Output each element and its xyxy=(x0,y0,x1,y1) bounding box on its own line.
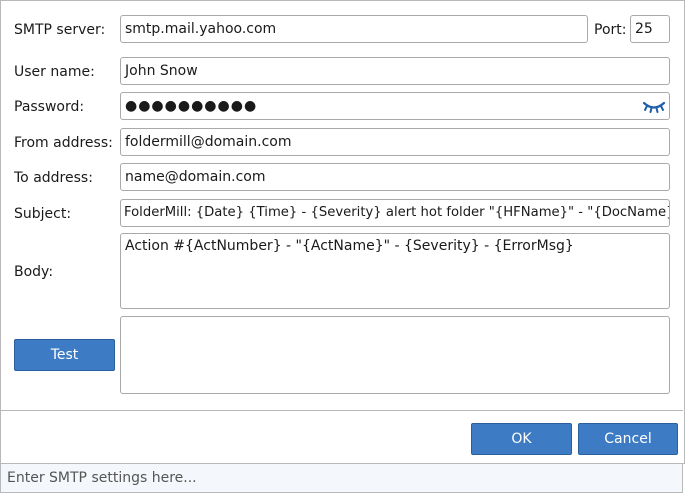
smtp-server-label: SMTP server: xyxy=(14,22,106,38)
subject-input[interactable]: FolderMill: {Date} {Time} - {Severity} a… xyxy=(120,199,670,227)
subject-label: Subject: xyxy=(14,206,72,222)
password-label: Password: xyxy=(14,99,85,115)
status-bar: Enter SMTP settings here... xyxy=(0,463,683,493)
ok-button[interactable]: OK xyxy=(471,423,572,455)
from-address-input[interactable]: foldermill@domain.com xyxy=(120,128,670,156)
body-textarea[interactable]: Action #{ActNumber} - "{ActName}" - {Sev… xyxy=(120,233,670,309)
test-button[interactable]: Test xyxy=(14,339,115,371)
dialog-divider xyxy=(0,410,683,411)
smtp-server-input[interactable]: smtp.mail.yahoo.com xyxy=(120,15,588,43)
test-result-output[interactable] xyxy=(120,316,670,394)
user-name-label: User name: xyxy=(14,64,95,80)
from-address-label: From address: xyxy=(14,135,113,151)
eye-closed-icon[interactable] xyxy=(642,97,666,115)
to-address-input[interactable]: name@domain.com xyxy=(120,163,670,191)
cancel-button[interactable]: Cancel xyxy=(578,423,678,455)
body-label: Body: xyxy=(14,264,54,280)
user-name-input[interactable]: John Snow xyxy=(120,57,670,85)
to-address-label: To address: xyxy=(14,170,93,186)
password-mask: ●●●●●●●●●● xyxy=(125,98,258,114)
password-input[interactable]: ●●●●●●●●●● xyxy=(120,92,670,120)
port-label: Port: xyxy=(594,22,627,38)
port-input[interactable]: 25 xyxy=(630,15,670,43)
